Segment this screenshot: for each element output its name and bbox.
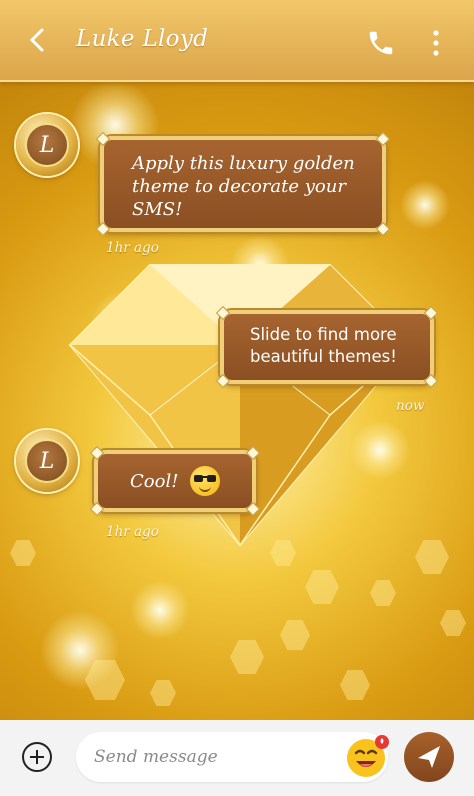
avatar-letter: L [25,123,69,167]
more-vertical-icon[interactable] [428,30,444,56]
send-button[interactable] [404,732,454,782]
incoming-message-bubble[interactable]: Apply this luxury golden theme to decora… [95,131,391,237]
send-icon [418,746,440,768]
message-timestamp: now [396,398,425,414]
message-composer [0,720,474,796]
background-sparkle [130,580,190,640]
incoming-message-bubble[interactable]: Cool! [89,445,261,517]
chat-header: Luke Lloyd [0,0,474,82]
message-timestamp: 1hr ago [106,524,159,540]
message-text: Cool! [130,470,179,492]
contact-avatar[interactable]: L [16,114,78,176]
back-arrow-icon[interactable] [22,24,54,56]
plus-circle-icon[interactable] [22,742,52,772]
emoji-icon[interactable] [344,734,390,780]
background-sparkle [400,180,450,230]
message-timestamp: 1hr ago [106,240,159,256]
message-input[interactable] [76,732,388,782]
contact-avatar[interactable]: L [16,430,78,492]
sunglasses-emoji-icon [190,466,221,496]
message-text: Slide to find more beautiful themes! [250,325,397,366]
outgoing-message-bubble[interactable]: Slide to find more beautiful themes! [215,305,439,389]
contact-name[interactable]: Luke Lloyd [76,26,208,52]
phone-icon[interactable] [366,28,396,58]
avatar-letter: L [25,439,69,483]
message-text: Apply this luxury golden theme to decora… [132,153,355,220]
